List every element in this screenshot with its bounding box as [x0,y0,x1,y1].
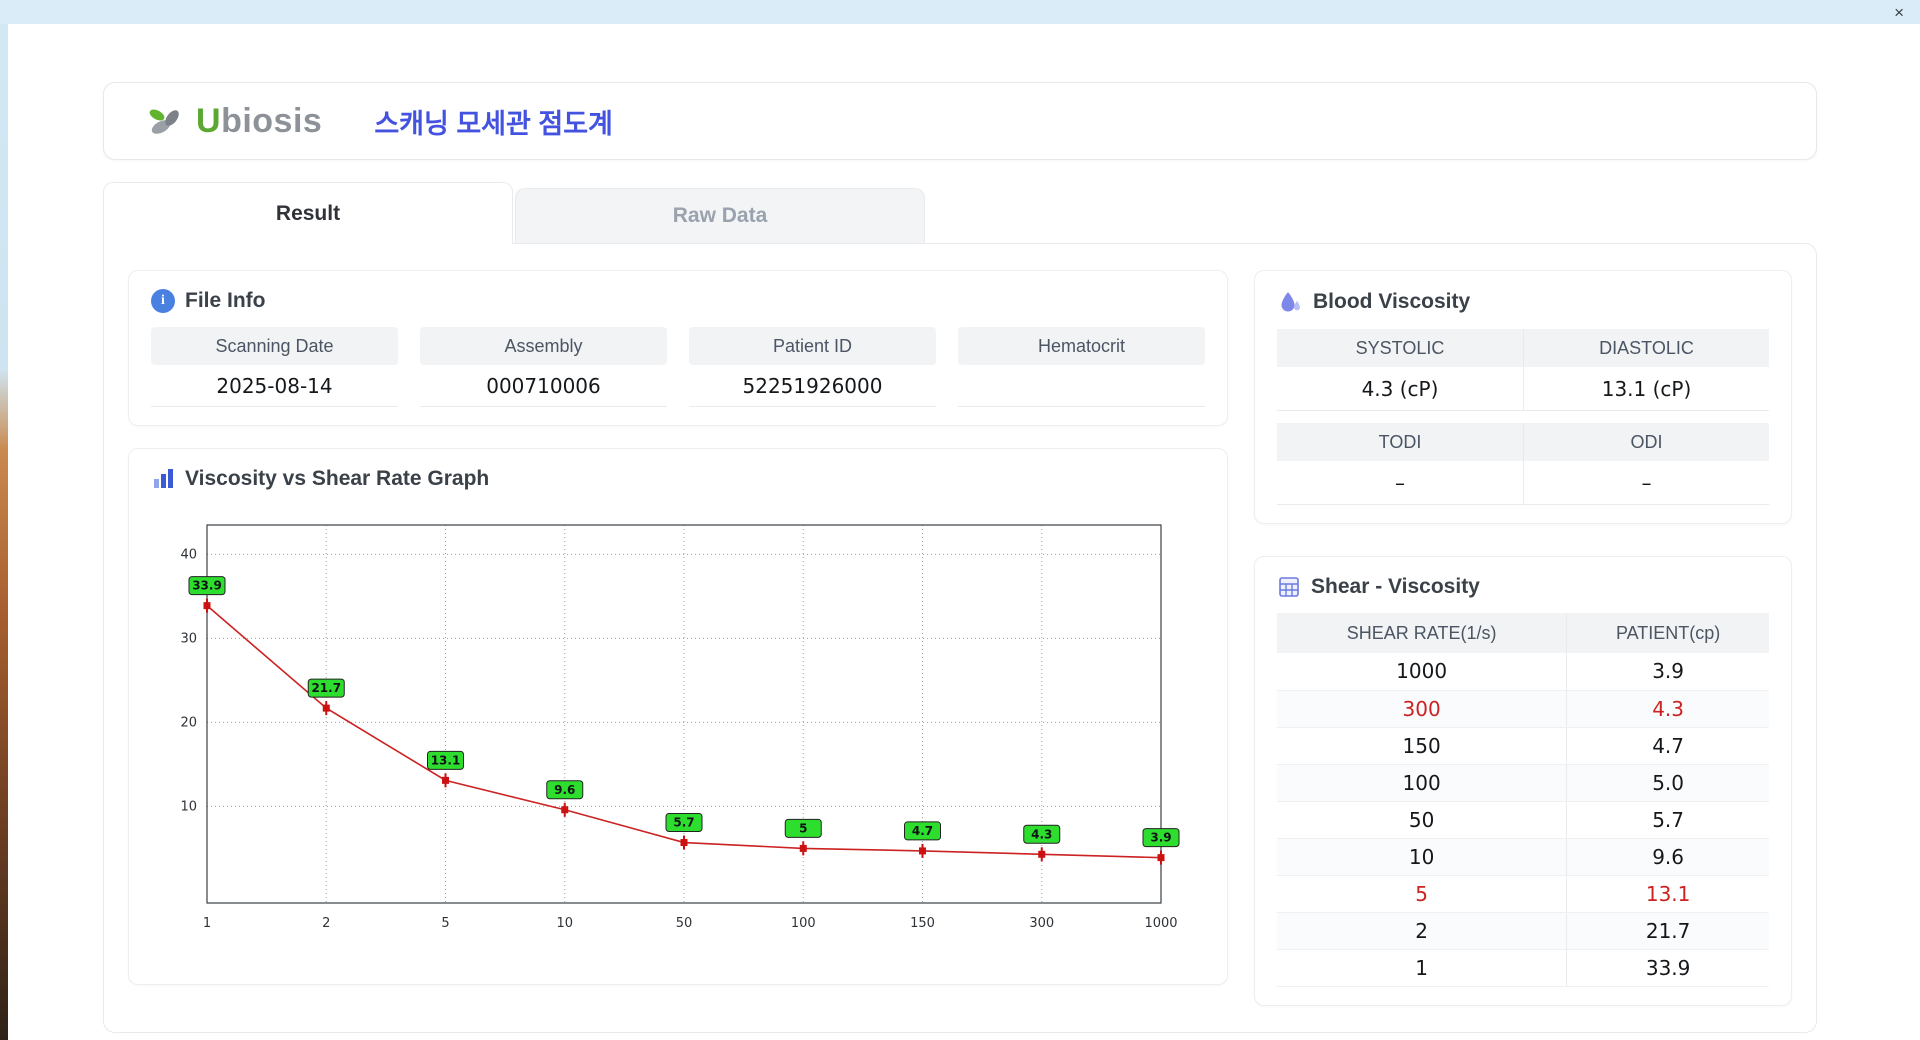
field-scanning-date: Scanning Date 2025-08-14 [151,327,398,407]
svg-text:30: 30 [180,631,197,646]
svg-text:21.7: 21.7 [311,681,341,695]
svg-text:1: 1 [203,916,211,931]
svg-text:10: 10 [556,916,573,931]
table-row: 50 5.7 [1277,801,1769,839]
tab-raw-data[interactable]: Raw Data [515,188,925,243]
graph-title: Viscosity vs Shear Rate Graph [185,467,490,490]
shear-rate-column-header: SHEAR RATE(1/s) [1277,613,1567,653]
app-header: Ubiosis 스캐닝 모세관 점도계 [103,82,1817,160]
viscosity-chart: 10 20 30 40 33.9 21.7 13.1 9.6 5.7 5 4.7 4.3 3.9 1 2 5 1… [180,524,1180,931]
svg-text:150: 150 [910,916,935,931]
patient-cell: 9.6 [1566,838,1769,876]
blood-viscosity-card: Blood Viscosity SYSTOLIC DIASTOLIC 4.3 (… [1254,270,1792,524]
table-row: 10 9.6 [1277,838,1769,876]
field-assembly: Assembly 000710006 [420,327,667,407]
field-label: Hematocrit [958,327,1205,365]
svg-text:50: 50 [676,916,693,931]
page-title: 스캐닝 모세관 점도계 [374,108,613,139]
field-hematocrit: Hematocrit [958,327,1205,407]
field-label: Scanning Date [151,327,398,365]
field-value [958,365,1205,407]
viscosity-graph-card: Viscosity vs Shear Rate Graph 10 20 30 40 33… [128,448,1228,985]
field-value: 2025-08-14 [151,365,398,407]
desktop-background-sliver [0,24,8,1040]
odi-header: ODI [1523,423,1769,461]
shear-rate-cell: 1 [1277,949,1567,987]
blood-viscosity-table: SYSTOLIC DIASTOLIC 4.3 (cP) 13.1 (cP) TO… [1277,329,1769,505]
bar-chart-icon [154,469,173,488]
diastolic-header: DIASTOLIC [1523,329,1769,367]
table-row: 1000 3.9 [1277,653,1769,691]
svg-text:300: 300 [1029,916,1054,931]
blood-viscosity-title: Blood Viscosity [1313,290,1471,313]
shear-viscosity-title: Shear - Viscosity [1311,575,1480,598]
result-panel: i File Info Scanning Date 2025-08-14 Ass… [103,243,1817,1033]
svg-text:13.1: 13.1 [431,753,461,767]
tab-result[interactable]: Result [103,182,513,244]
patient-cell: 4.3 [1566,690,1769,728]
shear-viscosity-card: Shear - Viscosity SHEAR RATE(1/s) PATIEN… [1254,556,1792,1006]
svg-text:5.7: 5.7 [673,816,694,830]
shear-rate-cell: 100 [1277,764,1567,802]
diastolic-value: 13.1 (cP) [1523,367,1769,411]
field-value: 000710006 [420,365,667,407]
patient-cell: 13.1 [1566,875,1769,913]
field-label: Patient ID [689,327,936,365]
todi-header: TODI [1277,423,1523,461]
patient-cell: 4.7 [1566,727,1769,765]
shear-viscosity-table: SHEAR RATE(1/s) PATIENT(cp) 1000 3.9 300 4… [1277,613,1769,987]
svg-text:20: 20 [180,715,197,730]
info-icon: i [151,289,175,313]
field-patient-id: Patient ID 52251926000 [689,327,936,407]
svg-text:40: 40 [180,547,197,562]
patient-cell: 3.9 [1566,653,1769,691]
svg-text:5: 5 [441,916,449,931]
table-row: 100 5.0 [1277,764,1769,802]
app-window: Ubiosis 스캐닝 모세관 점도계 Result Raw Data i Fi… [8,24,1920,1040]
field-value: 52251926000 [689,365,936,407]
svg-text:5: 5 [799,821,807,835]
table-row: 5 13.1 [1277,875,1769,913]
svg-text:4.7: 4.7 [912,824,933,838]
shear-rate-cell: 10 [1277,838,1567,876]
field-label: Assembly [420,327,667,365]
brand-name: Ubiosis [196,101,323,140]
shear-rate-cell: 300 [1277,690,1567,728]
patient-cell: 33.9 [1566,949,1769,987]
patient-cell: 21.7 [1566,912,1769,950]
tab-bar: Result Raw Data [103,182,925,244]
svg-text:2: 2 [322,916,330,931]
systolic-header: SYSTOLIC [1277,329,1523,367]
svg-text:4.3: 4.3 [1031,827,1052,841]
svg-text:100: 100 [791,916,816,931]
table-row: 300 4.3 [1277,690,1769,728]
systolic-value: 4.3 (cP) [1277,367,1523,411]
patient-cell: 5.7 [1566,801,1769,839]
shear-rate-cell: 1000 [1277,653,1567,691]
patient-cell: 5.0 [1566,764,1769,802]
window-title-bar: × [0,0,1920,24]
table-row: 150 4.7 [1277,727,1769,765]
svg-text:10: 10 [180,799,197,814]
table-row: 2 21.7 [1277,912,1769,950]
table-grid-icon [1279,577,1299,597]
svg-text:33.9: 33.9 [192,579,222,593]
svg-text:1000: 1000 [1144,916,1177,931]
odi-value: – [1523,461,1769,505]
todi-value: – [1277,461,1523,505]
ubiosis-logo: Ubiosis [146,102,322,141]
shear-rate-cell: 2 [1277,912,1567,950]
shear-rate-cell: 5 [1277,875,1567,913]
shear-rate-cell: 150 [1277,727,1567,765]
ubiosis-logo-icon [149,109,179,134]
svg-text:9.6: 9.6 [554,783,575,797]
droplet-icon [1281,292,1300,312]
table-row: 1 33.9 [1277,949,1769,987]
close-button[interactable]: × [1894,4,1904,21]
file-info-title: File Info [185,289,266,312]
svg-text:3.9: 3.9 [1150,831,1171,845]
patient-column-header: PATIENT(cp) [1566,613,1769,653]
file-info-card: i File Info Scanning Date 2025-08-14 Ass… [128,270,1228,426]
shear-rate-cell: 50 [1277,801,1567,839]
